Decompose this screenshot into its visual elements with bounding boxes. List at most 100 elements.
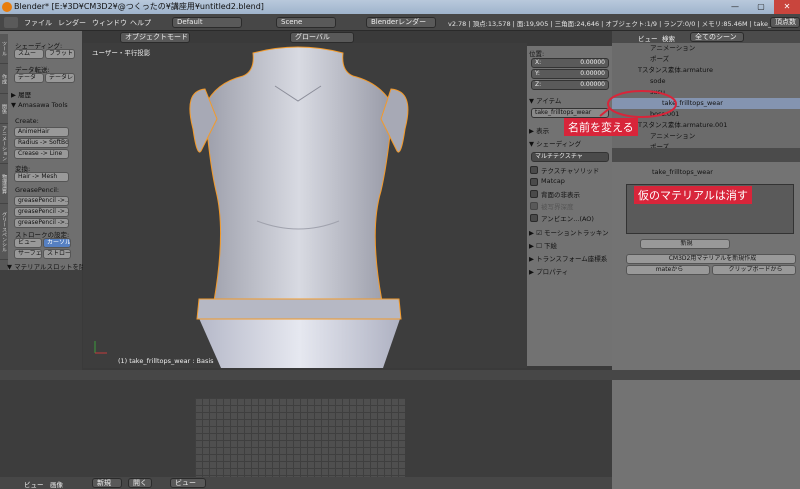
tab-physics[interactable]: 物理演算 xyxy=(0,164,8,204)
window-title: Blender* [E:¥3D¥CM3D2¥@つくったの¥講座用¥untitle… xyxy=(14,2,264,11)
close-button[interactable]: ✕ xyxy=(774,0,800,14)
surface-button[interactable]: サーフェ xyxy=(14,249,42,259)
display-panel-header[interactable]: ▶ 表示 xyxy=(529,125,549,135)
item-panel-header[interactable]: ▼ アイテム xyxy=(529,95,561,105)
anime-hair-button[interactable]: AnimeHair xyxy=(14,127,69,137)
shading-panel-header[interactable]: ▼ シェーディング xyxy=(529,138,581,148)
textured-solid-checkbox[interactable] xyxy=(530,166,538,174)
tab-animation[interactable]: アニメーション xyxy=(0,124,8,164)
vertex-count-button[interactable]: 頂点数 xyxy=(770,17,800,28)
uv-image-menu[interactable]: 画像 xyxy=(50,479,63,489)
uv-open-button[interactable]: 開く xyxy=(128,478,152,488)
blender-logo-icon xyxy=(2,2,12,12)
z-label: Z: xyxy=(535,81,542,88)
annotation-arrow xyxy=(599,107,611,117)
display-mode-select[interactable]: 全てのシーン xyxy=(690,32,744,42)
data-button[interactable]: データ xyxy=(14,73,44,83)
backface-culling-checkbox[interactable] xyxy=(530,190,538,198)
outliner-search-menu[interactable]: 検索 xyxy=(662,33,675,43)
mode-select[interactable]: オブジェクトモード xyxy=(120,32,190,43)
position-label: 位置: xyxy=(529,50,545,58)
x-label: X: xyxy=(535,59,542,66)
data-layout-button[interactable]: データレ xyxy=(45,73,75,83)
outliner-row[interactable]: ポーズ xyxy=(612,54,800,65)
properties-tab-bar xyxy=(612,148,800,162)
textured-solid-label: テクスチャソリッド xyxy=(541,167,600,175)
transform-orientations-label: トランスフォーム座標系 xyxy=(536,255,608,263)
crease-line-button[interactable]: Crease -> Line xyxy=(14,149,69,159)
transform-orientations-header[interactable]: ▶ トランスフォーム座標系 xyxy=(529,253,607,263)
torso-shape xyxy=(199,46,399,314)
shading-label: シェーディング xyxy=(536,140,582,148)
new-material-button[interactable]: 新規 xyxy=(640,239,730,249)
timeline-bar xyxy=(0,370,800,380)
smooth-button[interactable]: スムー xyxy=(14,49,44,59)
scene-select[interactable]: Scene xyxy=(276,17,336,28)
view-button[interactable]: ビュー xyxy=(14,238,42,248)
from-clipboard-button[interactable]: クリップボードから xyxy=(712,265,796,275)
maximize-button[interactable]: ▢ xyxy=(748,0,774,14)
dof-checkbox[interactable] xyxy=(530,202,538,210)
outliner-view-menu[interactable]: ビュー xyxy=(638,33,658,43)
backface-label: 背面の非表示 xyxy=(541,191,580,199)
matcap-label: Matcap xyxy=(541,177,565,185)
outliner-row[interactable]: Tスタンス素体.armature xyxy=(612,65,800,76)
transform-orientation-select[interactable]: グローバル xyxy=(290,32,354,43)
uv-view-menu[interactable]: ビュー xyxy=(24,479,44,489)
ao-checkbox[interactable] xyxy=(530,214,538,222)
flat-button[interactable]: フラット xyxy=(45,49,75,59)
menu-file[interactable]: ファイル xyxy=(24,18,52,28)
amasawa-label: Amasawa Tools xyxy=(18,101,68,109)
3d-viewport[interactable] xyxy=(83,31,527,368)
skirt-shape xyxy=(198,316,401,368)
grease-pencil-button-1[interactable]: greasePencil ->.. xyxy=(14,196,69,206)
grease-pencil-button-2[interactable]: greasePencil ->.. xyxy=(14,207,69,217)
grease-pencil-button-3[interactable]: greasePencil ->.. xyxy=(14,218,69,228)
properties-header[interactable]: ▶ プロパティ xyxy=(529,266,568,276)
menu-window[interactable]: ウィンドウ xyxy=(92,18,127,28)
material-panel: take_frilltops_wear 仮のマテリアルは消す 新規 CM3D2用… xyxy=(612,162,800,489)
y-value: 0.00000 xyxy=(580,70,605,77)
tab-tools[interactable]: ツール xyxy=(0,34,8,64)
render-engine-select[interactable]: Blenderレンダー xyxy=(366,17,436,28)
hair-mesh-button[interactable]: Hair -> Mesh xyxy=(14,172,69,182)
multitexture-select[interactable]: マルチテクスチャ xyxy=(531,152,609,162)
item-label: アイテム xyxy=(536,97,562,105)
dof-label: 被写界深度 xyxy=(541,203,574,211)
from-mate-button[interactable]: mateから xyxy=(626,265,710,275)
uv-new-button[interactable]: 新規 xyxy=(92,478,122,488)
cursor-button[interactable]: カーソル xyxy=(43,238,71,248)
minimize-button[interactable]: — xyxy=(722,0,748,14)
delete-material-annotation: 仮のマテリアルは消す xyxy=(634,186,752,204)
stroke-button[interactable]: ストロー xyxy=(43,249,71,259)
history-label: 履歴 xyxy=(18,91,32,99)
cm3d2-new-material-button[interactable]: CM3D2用マテリアルを新規作成 xyxy=(626,254,796,264)
location-y-field[interactable]: Y: 0.00000 xyxy=(531,69,609,79)
location-x-field[interactable]: X: 0.00000 xyxy=(531,58,609,68)
amasawa-panel-header[interactable]: ▼ Amasawa Tools xyxy=(11,101,68,109)
background-images-header[interactable]: ▶ ☐ 下絵 xyxy=(529,240,557,250)
uv-view-select[interactable]: ビュー xyxy=(170,478,206,488)
rename-annotation-text: 名前を変える xyxy=(564,118,638,136)
outliner-row[interactable]: アニメーション xyxy=(612,43,800,54)
editor-type-icon[interactable] xyxy=(4,17,18,28)
tab-create[interactable]: 作成 xyxy=(0,64,8,94)
tab-grease-pencil[interactable]: グリースペンシル xyxy=(0,204,8,260)
layout-select[interactable]: Default xyxy=(172,17,242,28)
menu-render[interactable]: レンダー xyxy=(58,18,86,28)
motion-tracking-header[interactable]: ▶ ☑ モーショントラッキン xyxy=(529,227,609,237)
uv-grid xyxy=(195,398,405,477)
menu-help[interactable]: ヘルプ xyxy=(130,18,151,28)
display-label: 表示 xyxy=(536,127,550,135)
create-label: Create: xyxy=(15,117,39,125)
background-images-label: 下絵 xyxy=(543,242,557,250)
active-object-status: (1) take_frilltops_wear : Basis xyxy=(118,357,214,365)
tab-relations[interactable]: 関係 xyxy=(0,94,8,124)
ao-label: アンビエン...(AO) xyxy=(541,215,594,223)
radius-softbody-button[interactable]: Radius -> SoftBo.. xyxy=(14,138,69,148)
highlight-ellipse xyxy=(607,90,677,118)
history-panel-header[interactable]: ▶ 履歴 xyxy=(11,89,31,99)
waist-frill xyxy=(196,298,402,320)
matcap-checkbox[interactable] xyxy=(530,178,538,186)
uv-image-editor[interactable] xyxy=(0,380,612,477)
